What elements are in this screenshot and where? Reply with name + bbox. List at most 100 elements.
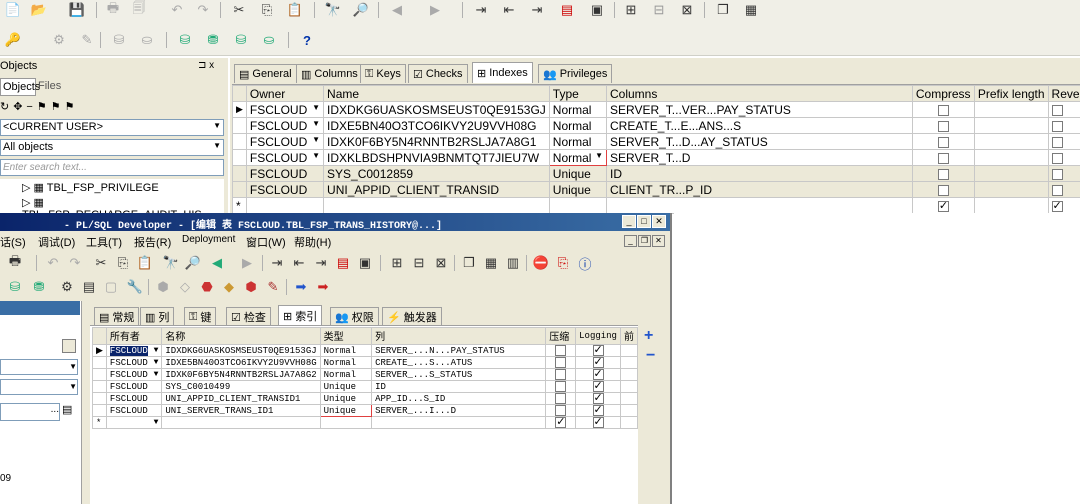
owner-cell[interactable]: FSCLOUD ▼: [245, 133, 325, 150]
type-cell[interactable]: Normal: [319, 368, 373, 381]
db-stop-icon[interactable]: ⛀: [258, 30, 280, 50]
undo-icon[interactable]: ↶: [166, 0, 188, 20]
chevron-down-icon[interactable]: ▼: [213, 141, 221, 150]
type-cell[interactable]: Normal: [319, 356, 373, 369]
name-cell[interactable]: SYS_C0010499: [161, 380, 321, 393]
owner-cell[interactable]: FSCLOUD: [245, 165, 325, 182]
print-icon[interactable]: 🖶: [4, 253, 26, 273]
name-cell[interactable]: [323, 197, 550, 214]
compress-checkbox[interactable]: [937, 104, 949, 116]
tile-icon[interactable]: ⊟: [648, 0, 670, 20]
db-run-icon[interactable]: ⛃: [28, 277, 50, 297]
comment-icon[interactable]: ▤: [556, 0, 578, 20]
object-icon-5[interactable]: ⬢: [240, 277, 262, 297]
nav-back-icon[interactable]: ◀: [386, 0, 408, 20]
open-icon[interactable]: 📄: [2, 0, 24, 20]
owner-cell[interactable]: FSCLOUD: [245, 181, 325, 198]
owner-cell[interactable]: [245, 197, 325, 214]
reverse-cell[interactable]: [1047, 165, 1080, 182]
object-filter-select[interactable]: All objects ▼: [0, 139, 224, 156]
compress-checkbox[interactable]: [555, 405, 567, 416]
reverse-cell[interactable]: [1047, 181, 1080, 198]
db-run-icon[interactable]: ⛁: [230, 30, 252, 50]
new-row[interactable]: * ▼: [92, 416, 639, 429]
columns-cell[interactable]: SERVER_...N...PAY_STATUS: [371, 344, 547, 357]
key-icon[interactable]: 🔑: [2, 30, 24, 50]
prefix-length-cell[interactable]: [973, 165, 1049, 182]
unindent-icon[interactable]: ⇥: [310, 253, 332, 273]
tab-indexes[interactable]: ⊞ Indexes: [472, 62, 533, 83]
prefix-length-cell[interactable]: [973, 149, 1049, 166]
compress-cell[interactable]: [545, 356, 577, 369]
new-window-icon[interactable]: ❐: [712, 0, 734, 20]
name-cell[interactable]: IDXDKG6UASKOSMSEUST0QE9153GJ: [323, 101, 550, 118]
gear-icon[interactable]: ⚙: [48, 30, 70, 50]
name-cell[interactable]: IDXK0F6BY5N4RNNTB2RSLJA7A8G1: [323, 133, 550, 150]
reverse-checkbox[interactable]: [1051, 120, 1063, 132]
compress-checkbox[interactable]: [555, 417, 567, 428]
reverse-cell[interactable]: [1047, 117, 1080, 134]
type-cell-highlighted[interactable]: Unique: [319, 404, 373, 417]
compress-cell[interactable]: [545, 404, 577, 417]
reverse-checkbox[interactable]: [1051, 199, 1063, 212]
table-row[interactable]: FSCLOUD UNI_APPID_CLIENT_TRANSID1 Unique…: [92, 392, 639, 405]
columns-cell[interactable]: SERVER_T...D: [605, 149, 913, 166]
pencil-icon[interactable]: ✎: [76, 30, 98, 50]
prefix-length-cell[interactable]: [973, 181, 1049, 198]
prefix-cell[interactable]: [619, 380, 639, 393]
logging-cell[interactable]: [575, 404, 621, 417]
help-icon[interactable]: ?: [296, 30, 318, 50]
owner-cell[interactable]: FSCLOUD: [105, 404, 163, 417]
cut-icon[interactable]: ✂: [228, 0, 250, 20]
compress-checkbox[interactable]: [555, 393, 567, 404]
menu-help[interactable]: 帮助(H): [294, 234, 331, 250]
reverse-checkbox[interactable]: [1051, 152, 1063, 164]
uncomment-icon[interactable]: ▣: [354, 253, 376, 273]
db-tools-icon[interactable]: ⚙: [56, 277, 78, 297]
prefix-cell[interactable]: [619, 392, 639, 405]
logging-cell[interactable]: [575, 392, 621, 405]
tile-icon[interactable]: ⊟: [408, 253, 430, 273]
chevron-down-icon[interactable]: ▼: [154, 346, 159, 355]
owner-cell[interactable]: FSCLOUD: [105, 392, 163, 405]
logging-checkbox[interactable]: [592, 369, 604, 380]
table-row[interactable]: FSCLOUD ▼ IDXE5BN40O3TCO6IKVY2U9VVH08G No…: [92, 356, 639, 369]
layout-icon[interactable]: ▦: [480, 253, 502, 273]
logging-cell[interactable]: [575, 416, 621, 429]
search-doc-icon[interactable]: ▤: [62, 403, 72, 416]
type-cell[interactable]: Normal: [548, 101, 607, 118]
db-connect-icon[interactable]: ⛁: [4, 277, 26, 297]
columns-cell[interactable]: CREATE_...S...ATUS: [371, 356, 547, 369]
print-icon[interactable]: 🖶: [102, 0, 124, 20]
type-cell[interactable]: Normal: [548, 133, 607, 150]
db-connect-icon[interactable]: ⛁: [174, 30, 196, 50]
compress-cell[interactable]: [545, 392, 577, 405]
nav-forward-icon[interactable]: ▶: [236, 253, 258, 273]
object-icon-3[interactable]: ⬣: [196, 277, 218, 297]
print-preview-icon[interactable]: 🗐: [128, 0, 150, 20]
object-icon-6[interactable]: ✎: [262, 277, 284, 297]
execute-icon[interactable]: ⇥: [266, 253, 288, 273]
select-2[interactable]: ▼: [0, 379, 78, 395]
prefix-cell[interactable]: [619, 416, 639, 429]
copy-icon[interactable]: ⎘: [112, 253, 134, 273]
tab-keys[interactable]: ⚿ Keys: [360, 64, 406, 83]
tab-checks-cn[interactable]: ☑ 检查: [226, 307, 271, 326]
db-rollback-icon[interactable]: ⛀: [136, 30, 158, 50]
comment-icon[interactable]: ▤: [332, 253, 354, 273]
replace-icon[interactable]: 🔎: [182, 253, 204, 273]
type-cell[interactable]: Unique: [319, 380, 373, 393]
execute-icon[interactable]: ⇥: [470, 0, 492, 20]
owner-cell[interactable]: ▼: [105, 416, 163, 429]
menu-deployment[interactable]: Deployment: [182, 234, 235, 245]
table-row[interactable]: FSCLOUD ▼ IDXKLBDSHPNVIA9BNMTQT7JIEU7W No…: [232, 149, 1080, 166]
owner-cell[interactable]: FSCLOUD ▼: [245, 117, 325, 134]
compress-cell[interactable]: [911, 101, 975, 118]
tree-item[interactable]: ▷ ▦ TBL_FSP_PRIVILEGE: [22, 181, 159, 194]
chevron-down-icon[interactable]: ▼: [154, 418, 159, 427]
menu-session[interactable]: 话(S): [0, 234, 26, 250]
object-icon-2[interactable]: ◇: [174, 277, 196, 297]
menu-window[interactable]: 窗口(W): [246, 234, 286, 250]
save-icon[interactable]: 💾: [66, 0, 88, 20]
db-doc-icon[interactable]: ▢: [100, 277, 122, 297]
